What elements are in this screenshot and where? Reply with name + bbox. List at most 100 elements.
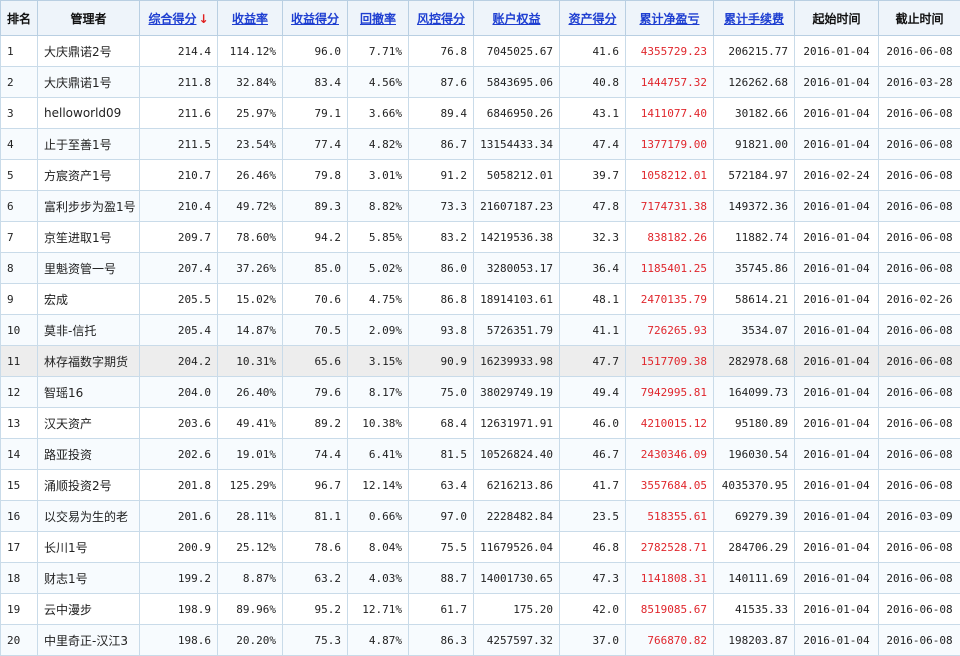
column-header-label[interactable]: 收益率 xyxy=(232,12,268,26)
table-row[interactable]: 6富利步步为盈1号210.449.72%89.38.82%73.32160718… xyxy=(1,191,960,222)
return-score-cell: 79.1 xyxy=(283,98,348,129)
asset-score-cell: 49.4 xyxy=(560,377,626,408)
drawdown-rate-cell: 2.09% xyxy=(348,315,409,346)
risk-score-cell: 97.0 xyxy=(409,501,474,532)
table-row[interactable]: 7京笙进取1号209.778.60%94.25.85%83.214219536.… xyxy=(1,222,960,253)
cumulative-fee-cell: 30182.66 xyxy=(714,98,795,129)
composite-score-cell: 204.0 xyxy=(140,377,218,408)
composite-score-cell: 211.8 xyxy=(140,67,218,98)
manager-cell: 大庆鼎诺2号 xyxy=(38,36,140,67)
manager-cell: 涌顺投资2号 xyxy=(38,470,140,501)
manager-cell: 财志1号 xyxy=(38,563,140,594)
ranking-table: 排名管理者综合得分↓收益率收益得分回撤率风控得分账户权益资产得分累计净盈亏累计手… xyxy=(0,0,960,656)
column-header-asset-score[interactable]: 资产得分 xyxy=(560,1,626,36)
manager-cell: 云中漫步 xyxy=(38,594,140,625)
table-row[interactable]: 15涌顺投资2号201.8125.29%96.712.14%63.4621621… xyxy=(1,470,960,501)
drawdown-rate-cell: 5.85% xyxy=(348,222,409,253)
column-header-label[interactable]: 综合得分 xyxy=(148,12,196,26)
return-rate-cell: 15.02% xyxy=(218,284,283,315)
column-header-composite-score[interactable]: 综合得分↓ xyxy=(140,1,218,36)
column-header-label[interactable]: 收益得分 xyxy=(291,12,339,26)
column-header-label[interactable]: 风控得分 xyxy=(417,12,465,26)
table-row[interactable]: 17长川1号200.925.12%78.68.04%75.511679526.0… xyxy=(1,532,960,563)
asset-score-cell: 32.3 xyxy=(560,222,626,253)
risk-score-cell: 61.7 xyxy=(409,594,474,625)
risk-score-cell: 90.9 xyxy=(409,346,474,377)
return-score-cell: 77.4 xyxy=(283,129,348,160)
drawdown-rate-cell: 8.17% xyxy=(348,377,409,408)
composite-score-cell: 210.7 xyxy=(140,160,218,191)
drawdown-rate-cell: 5.02% xyxy=(348,253,409,284)
cumulative-fee-cell: 4035370.95 xyxy=(714,470,795,501)
account-equity-cell: 14219536.38 xyxy=(474,222,560,253)
end-time-cell: 2016-06-08 xyxy=(879,377,960,408)
start-time-cell: 2016-01-04 xyxy=(795,470,879,501)
drawdown-rate-cell: 3.01% xyxy=(348,160,409,191)
return-rate-cell: 114.12% xyxy=(218,36,283,67)
column-header-cumulative-pnl[interactable]: 累计净盈亏 xyxy=(626,1,714,36)
table-row[interactable]: 20中里奇正-汉江3198.620.20%75.34.87%86.3425759… xyxy=(1,625,960,656)
risk-score-cell: 89.4 xyxy=(409,98,474,129)
column-header-label[interactable]: 累计净盈亏 xyxy=(639,12,699,26)
cumulative-pnl-cell: 4355729.23 xyxy=(626,36,714,67)
account-equity-cell: 14001730.65 xyxy=(474,563,560,594)
end-time-cell: 2016-06-08 xyxy=(879,594,960,625)
end-time-cell: 2016-06-08 xyxy=(879,222,960,253)
return-score-cell: 79.6 xyxy=(283,377,348,408)
column-header-label[interactable]: 账户权益 xyxy=(492,12,540,26)
rank-cell: 4 xyxy=(1,129,38,160)
table-row[interactable]: 8里魁资管一号207.437.26%85.05.02%86.03280053.1… xyxy=(1,253,960,284)
account-equity-cell: 16239933.98 xyxy=(474,346,560,377)
drawdown-rate-cell: 4.03% xyxy=(348,563,409,594)
asset-score-cell: 23.5 xyxy=(560,501,626,532)
return-rate-cell: 49.72% xyxy=(218,191,283,222)
table-row[interactable]: 12智瑶16204.026.40%79.68.17%75.038029749.1… xyxy=(1,377,960,408)
table-row[interactable]: 14路亚投资202.619.01%74.46.41%81.510526824.4… xyxy=(1,439,960,470)
return-rate-cell: 23.54% xyxy=(218,129,283,160)
cumulative-pnl-cell: 1377179.00 xyxy=(626,129,714,160)
table-row[interactable]: 10莫非-信托205.414.87%70.52.09%93.85726351.7… xyxy=(1,315,960,346)
column-header-drawdown-rate[interactable]: 回撤率 xyxy=(348,1,409,36)
end-time-cell: 2016-06-08 xyxy=(879,346,960,377)
table-row[interactable]: 16以交易为生的老201.628.11%81.10.66%97.02228482… xyxy=(1,501,960,532)
table-row[interactable]: 9宏成205.515.02%70.64.75%86.818914103.6148… xyxy=(1,284,960,315)
table-row[interactable]: 1大庆鼎诺2号214.4114.12%96.07.71%76.87045025.… xyxy=(1,36,960,67)
column-header-label[interactable]: 累计手续费 xyxy=(724,12,784,26)
start-time-cell: 2016-01-04 xyxy=(795,377,879,408)
column-header-risk-score[interactable]: 风控得分 xyxy=(409,1,474,36)
table-row[interactable]: 19云中漫步198.989.96%95.212.71%61.7175.2042.… xyxy=(1,594,960,625)
column-header-return-rate[interactable]: 收益率 xyxy=(218,1,283,36)
column-header-return-score[interactable]: 收益得分 xyxy=(283,1,348,36)
account-equity-cell: 6846950.26 xyxy=(474,98,560,129)
account-equity-cell: 5058212.01 xyxy=(474,160,560,191)
table-row[interactable]: 4止于至善1号211.523.54%77.44.82%86.713154433.… xyxy=(1,129,960,160)
cumulative-pnl-cell: 3557684.05 xyxy=(626,470,714,501)
column-header-label[interactable]: 回撤率 xyxy=(360,12,396,26)
start-time-cell: 2016-01-04 xyxy=(795,98,879,129)
start-time-cell: 2016-01-04 xyxy=(795,594,879,625)
cumulative-fee-cell: 11882.74 xyxy=(714,222,795,253)
column-header-cumulative-fee[interactable]: 累计手续费 xyxy=(714,1,795,36)
return-rate-cell: 25.12% xyxy=(218,532,283,563)
cumulative-pnl-cell: 1444757.32 xyxy=(626,67,714,98)
start-time-cell: 2016-01-04 xyxy=(795,563,879,594)
rank-cell: 19 xyxy=(1,594,38,625)
table-row[interactable]: 2大庆鼎诺1号211.832.84%83.44.56%87.65843695.0… xyxy=(1,67,960,98)
start-time-cell: 2016-01-04 xyxy=(795,408,879,439)
table-row[interactable]: 5方宸资产1号210.726.46%79.83.01%91.25058212.0… xyxy=(1,160,960,191)
table-row[interactable]: 11林存福数字期货204.210.31%65.63.15%90.91623993… xyxy=(1,346,960,377)
table-row[interactable]: 18财志1号199.28.87%63.24.03%88.714001730.65… xyxy=(1,563,960,594)
asset-score-cell: 47.4 xyxy=(560,129,626,160)
table-row[interactable]: 13汉天资产203.649.41%89.210.38%68.412631971.… xyxy=(1,408,960,439)
return-rate-cell: 89.96% xyxy=(218,594,283,625)
risk-score-cell: 87.6 xyxy=(409,67,474,98)
start-time-cell: 2016-01-04 xyxy=(795,129,879,160)
cumulative-fee-cell: 91821.00 xyxy=(714,129,795,160)
column-header-label[interactable]: 资产得分 xyxy=(568,12,616,26)
return-rate-cell: 19.01% xyxy=(218,439,283,470)
table-row[interactable]: 3helloworld09211.625.97%79.13.66%89.4684… xyxy=(1,98,960,129)
manager-cell: 汉天资产 xyxy=(38,408,140,439)
asset-score-cell: 41.6 xyxy=(560,36,626,67)
column-header-account-equity[interactable]: 账户权益 xyxy=(474,1,560,36)
cumulative-pnl-cell: 838182.26 xyxy=(626,222,714,253)
